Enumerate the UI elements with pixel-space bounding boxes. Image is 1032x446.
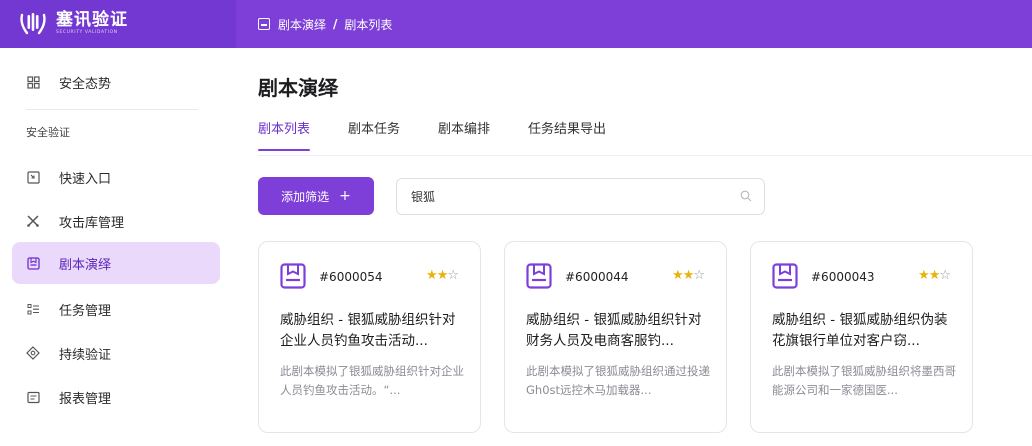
card-title: 威胁组织 - 银狐威胁组织针对企业人员钓鱼攻击活动... — [280, 312, 456, 349]
playbook-card[interactable]: #6000043 ★★☆ 威胁组织 - 银狐威胁组织伪装花旗银行单位对客户窃..… — [750, 241, 973, 433]
attack-library-icon — [26, 214, 40, 228]
sidebar-item-playbook[interactable]: 剧本演绎 — [12, 242, 220, 284]
sidebar-item-security-posture[interactable]: 安全态势 — [12, 61, 220, 103]
dashboard-icon — [26, 75, 40, 89]
tab-bar: 剧本列表 剧本任务 剧本编排 任务结果导出 — [258, 118, 644, 151]
search-box[interactable] — [396, 178, 765, 215]
breadcrumb-parent[interactable]: 剧本演绎 — [278, 16, 326, 33]
playbook-book-icon — [526, 263, 552, 289]
sidebar-group-label: 安全验证 — [26, 126, 70, 139]
tab-playbook-list[interactable]: 剧本列表 — [258, 118, 311, 151]
sidebar-item-quick-entry[interactable]: 快速入口 — [12, 156, 220, 198]
sidebar-item-continuous-validation[interactable]: 持续验证 — [12, 332, 220, 374]
top-header: 塞讯验证 SECURITY VALIDATION 剧本演绎 / 剧本列表 — [0, 0, 1032, 48]
add-filter-button[interactable]: 添加筛选 + — [258, 177, 374, 215]
rating-stars: ★★☆ — [918, 268, 951, 283]
rating-stars: ★★☆ — [426, 268, 459, 283]
star-filled-icon: ★ — [918, 268, 930, 283]
sidebar-divider — [26, 109, 198, 110]
star-filled-icon: ★ — [928, 268, 941, 283]
sidebar-item-label: 剧本演绎 — [59, 257, 112, 273]
page-title: 剧本演绎 — [258, 76, 338, 100]
sidebar-item-label: 快速入口 — [59, 171, 112, 187]
brand-logo-icon — [20, 13, 46, 35]
sidebar-item-label: 安全态势 — [59, 76, 112, 92]
rating-stars: ★★☆ — [672, 268, 705, 283]
sidebar: 安全态势 安全验证 快速入口 攻击库管理 剧本演绎 任务管理 持续验证 报表管理 — [0, 48, 236, 446]
star-empty-icon: ☆ — [939, 268, 951, 283]
continuous-icon — [26, 346, 40, 360]
playbook-card[interactable]: #6000054 ★★☆ 威胁组织 - 银狐威胁组织针对企业人员钓鱼攻击活动..… — [258, 241, 481, 433]
sidebar-item-attack-library[interactable]: 攻击库管理 — [12, 200, 220, 242]
tab-playbook-tasks[interactable]: 剧本任务 — [348, 118, 400, 151]
star-filled-icon: ★ — [682, 268, 695, 283]
card-description: 此剧本模拟了银狐威胁组织将墨西哥能源公司和一家德国医... — [772, 364, 956, 397]
card-description: 此剧本模拟了银狐威胁组织针对企业人员钓鱼攻击活动。“... — [280, 364, 464, 397]
playbook-icon — [26, 256, 40, 270]
card-id: #6000044 — [565, 270, 629, 284]
card-id: #6000054 — [319, 270, 383, 284]
brand-name: 塞讯验证 — [56, 10, 128, 31]
card-description: 此剧本模拟了银狐威胁组织通过投递Gh0st远控木马加载器... — [526, 364, 710, 397]
sidebar-item-report-management[interactable]: 报表管理 — [12, 376, 220, 418]
breadcrumb-book-icon — [258, 18, 270, 30]
report-icon — [26, 390, 40, 404]
sidebar-item-label: 持续验证 — [59, 347, 112, 363]
task-list-icon — [26, 302, 40, 316]
search-input[interactable] — [411, 179, 731, 214]
brand-logo-area[interactable]: 塞讯验证 SECURITY VALIDATION — [0, 0, 236, 48]
plus-icon: + — [339, 188, 351, 204]
breadcrumb: 剧本演绎 / 剧本列表 — [258, 0, 392, 48]
sidebar-item-label: 任务管理 — [59, 303, 112, 319]
tab-task-result-export[interactable]: 任务结果导出 — [528, 118, 606, 151]
search-icon[interactable] — [740, 190, 752, 202]
star-filled-icon: ★ — [436, 268, 449, 283]
breadcrumb-current: 剧本列表 — [344, 17, 393, 32]
star-filled-icon: ★ — [426, 268, 438, 283]
playbook-book-icon — [772, 263, 798, 289]
tabs-divider — [258, 155, 1032, 156]
tab-playbook-orchestration[interactable]: 剧本编排 — [438, 118, 490, 151]
star-empty-icon: ☆ — [693, 268, 705, 283]
sidebar-item-label: 报表管理 — [59, 391, 112, 407]
breadcrumb-separator: / — [333, 17, 338, 31]
brand-subtitle: SECURITY VALIDATION — [56, 30, 118, 36]
card-title: 威胁组织 - 银狐威胁组织伪装花旗银行单位对客户窃... — [772, 312, 948, 349]
sidebar-item-label: 攻击库管理 — [59, 215, 125, 231]
card-title: 威胁组织 - 银狐威胁组织针对财务人员及电商客服钓... — [526, 312, 702, 349]
playbook-card[interactable]: #6000044 ★★☆ 威胁组织 - 银狐威胁组织针对财务人员及电商客服钓..… — [504, 241, 727, 433]
playbook-book-icon — [280, 263, 306, 289]
card-id: #6000043 — [811, 270, 875, 284]
star-empty-icon: ☆ — [447, 268, 459, 283]
add-filter-label: 添加筛选 — [281, 189, 330, 204]
star-filled-icon: ★ — [672, 268, 684, 283]
sidebar-item-task-management[interactable]: 任务管理 — [12, 288, 220, 330]
quick-entry-icon — [26, 170, 40, 184]
